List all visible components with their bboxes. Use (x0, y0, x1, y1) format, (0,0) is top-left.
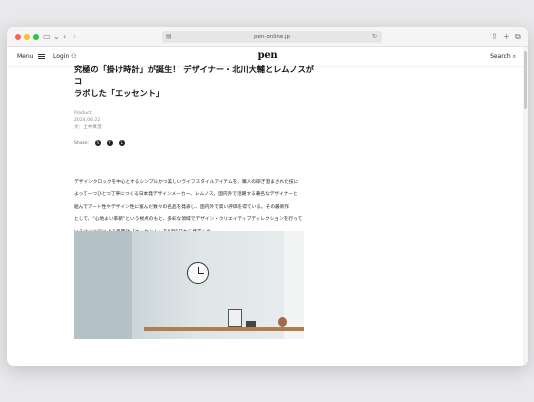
article-photo (74, 231, 304, 339)
article: 究極の「掛け時計」が誕生！ デザイナー・北川大輔とレムノスがコ ラボした「エッセ… (74, 63, 314, 239)
body-line: として、“心地よい革新”という視点のもと、多彩な領域でデザイン・クリエイティブデ… (74, 217, 303, 223)
body-line: よって一つひとつ丁寧につくる日本発デザインメーカー、レムノス。国内外で活躍する著… (74, 192, 298, 198)
forward-arrow-icon[interactable]: › (73, 31, 76, 43)
wall-clock-image (187, 262, 209, 284)
headline-line: 究極の「掛け時計」が誕生！ デザイナー・北川大輔とレムノスがコ (74, 64, 314, 86)
article-author: 文：土中真澄 (74, 125, 102, 130)
share-icon[interactable]: ⇪ (491, 31, 498, 43)
headline-line: ラボした「エッセント」 (74, 88, 165, 98)
close-window-button[interactable] (15, 34, 21, 40)
browser-toolbar: ▭ ⌄ ‹ › ▤ pen-online.jp ↻ ⇪ + ⧉ (7, 27, 528, 47)
reload-icon[interactable]: ↻ (372, 31, 377, 43)
article-date: 2024.06.22 (74, 118, 101, 123)
photo-shelf (144, 327, 304, 331)
scrollbar-thumb[interactable] (524, 51, 527, 109)
article-category[interactable]: Product (74, 110, 314, 117)
line-share-icon[interactable]: L (118, 140, 125, 146)
back-arrow-icon[interactable]: ‹ (63, 31, 66, 43)
clock-hand (198, 273, 204, 274)
share-label: Share: (74, 140, 89, 146)
minimize-window-button[interactable] (24, 34, 30, 40)
sidebar-chevron-icon[interactable]: ⌄ (53, 31, 60, 43)
tab-overview-icon[interactable]: ⧉ (515, 31, 521, 43)
share-row: Share: 𝕏 f L (74, 139, 314, 147)
facebook-share-icon[interactable]: f (106, 140, 113, 146)
photo-frame (228, 309, 242, 327)
article-headline: 究極の「掛け時計」が誕生！ デザイナー・北川大輔とレムノスがコ ラボした「エッセ… (74, 63, 314, 99)
search-icon: ⌕ (512, 53, 516, 60)
search-label: Search (490, 53, 511, 60)
search-button[interactable]: Search ⌕ (490, 52, 516, 62)
address-url[interactable]: pen-online.jp (162, 31, 382, 43)
x-share-icon[interactable]: 𝕏 (94, 140, 101, 146)
photo-window (284, 231, 304, 339)
zoom-window-button[interactable] (33, 34, 39, 40)
site-logo[interactable]: pen (7, 50, 528, 61)
photo-vase (278, 317, 287, 327)
body-line: デザインクロックを中心とするシンプルかつ美しいライフスタイルアイテムを、職人の研… (74, 180, 299, 185)
article-body: デザインクロックを中心とするシンプルかつ美しいライフスタイルアイテムを、職人の研… (74, 177, 314, 239)
body-line: 組んでアート性やデザイン性に富んだ数々の名品を発表し、国内外で高い評価を得ている… (74, 204, 290, 210)
new-tab-icon[interactable]: + (503, 31, 510, 43)
photo-book (246, 321, 256, 327)
sidebar-toggle-icon[interactable]: ▭ (43, 31, 51, 43)
address-bar[interactable]: ▤ pen-online.jp ↻ (162, 31, 382, 43)
photo-pillar (74, 231, 132, 339)
